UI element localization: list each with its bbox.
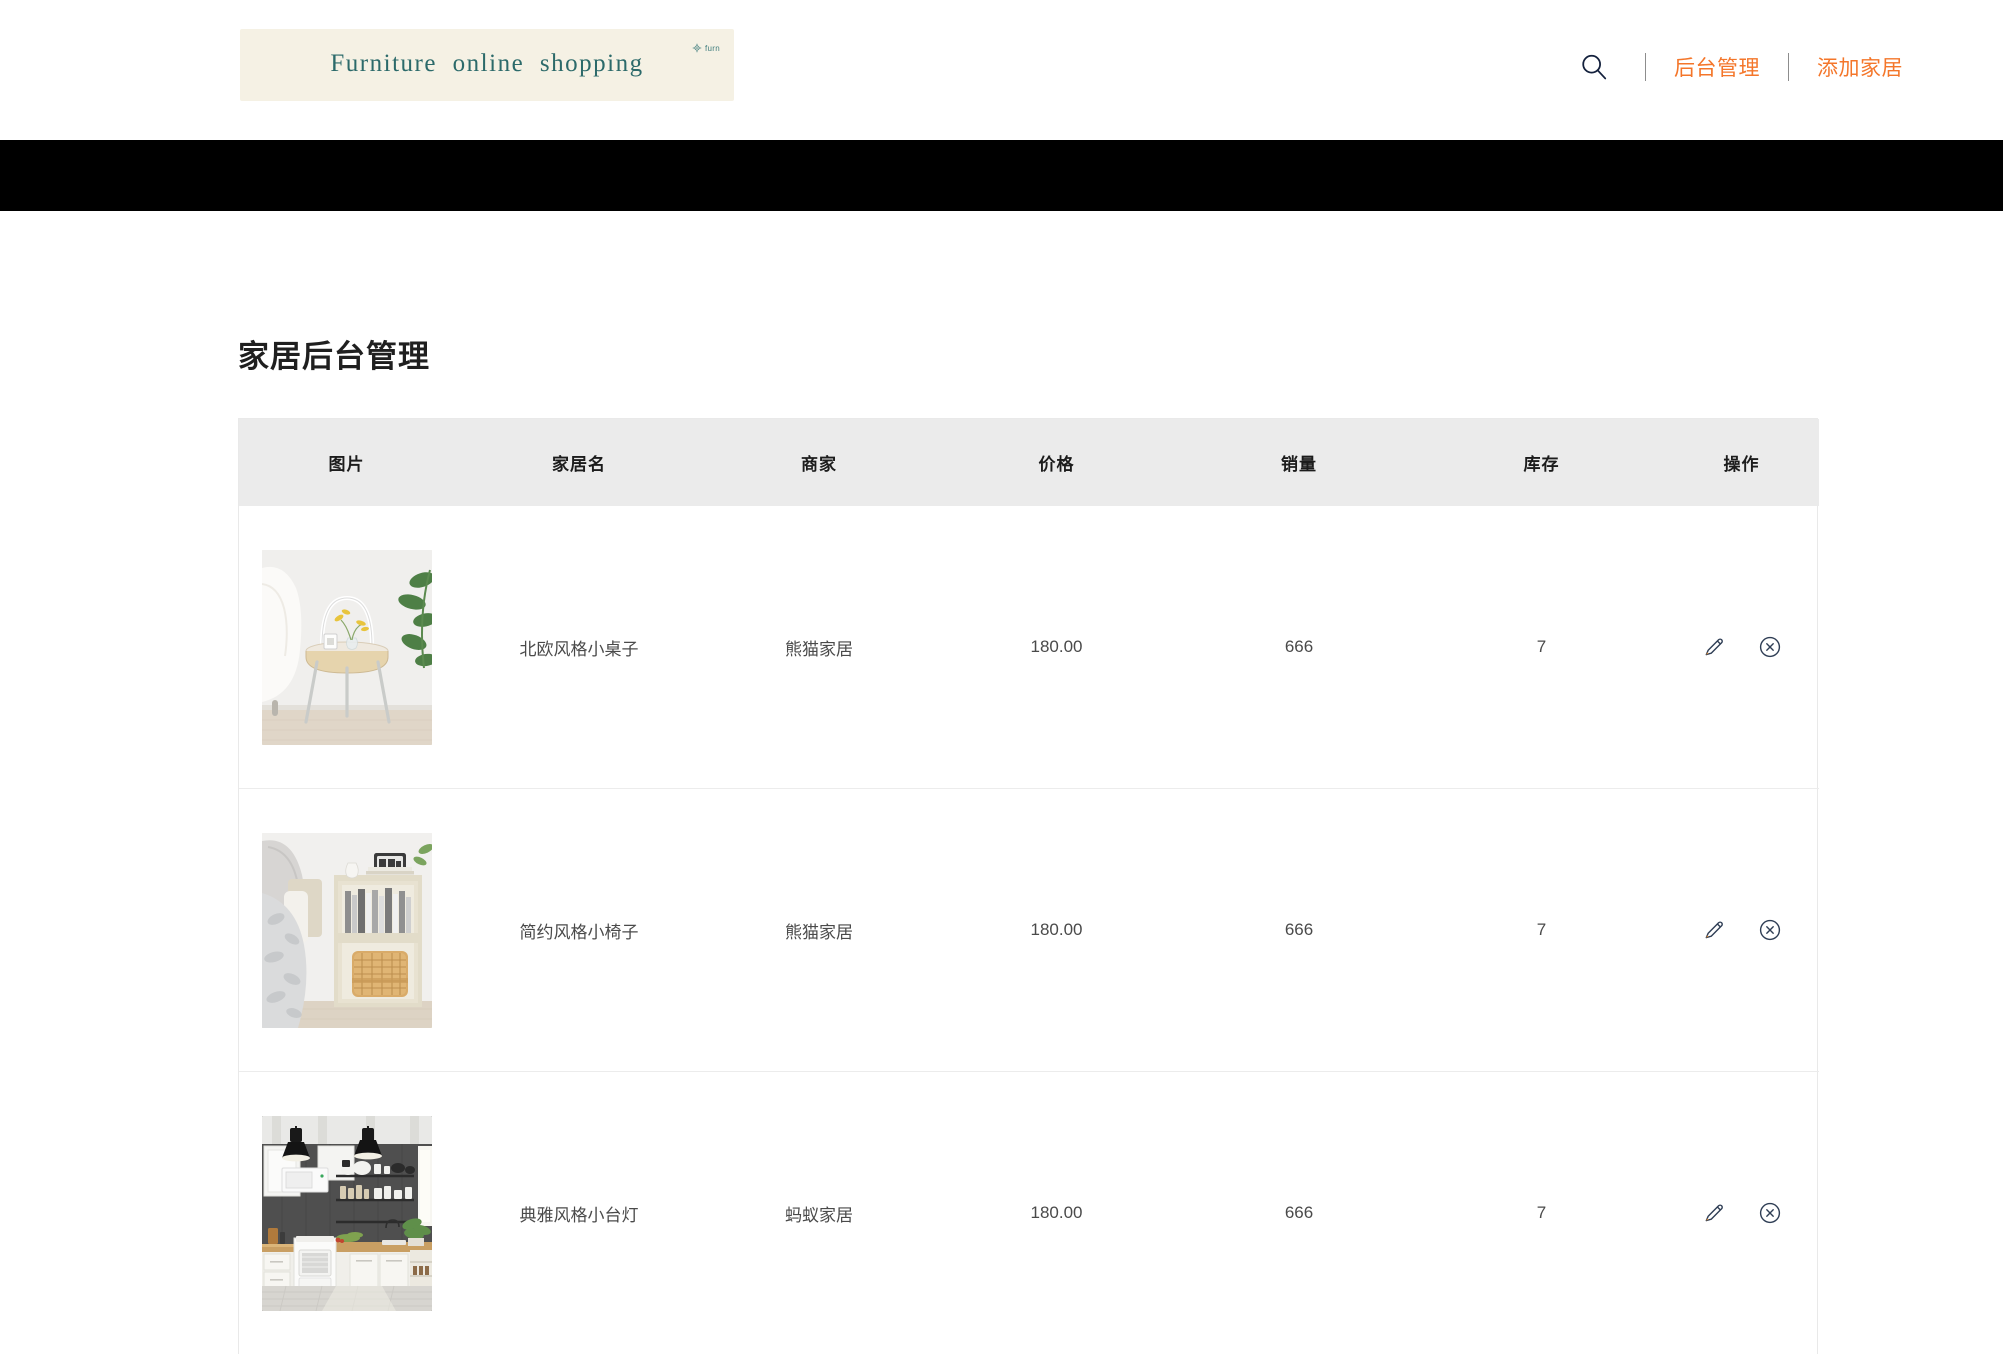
product-price: 180.00 [1031,920,1083,940]
banner-logo: furn [692,43,720,53]
nordic-side-table-photo [262,550,432,745]
product-price-cell: 180.00 [934,789,1179,1072]
product-price: 180.00 [1031,637,1083,657]
site-banner: Furniture online shopping furn [240,29,734,101]
table-row: 简约风格小椅子 熊猫家居 180.00 666 7 [239,789,1819,1072]
column-header-price: 价格 [934,419,1179,506]
nav-divider-1 [1645,53,1646,81]
column-header-shop: 商家 [704,419,934,506]
product-price-cell: 180.00 [934,1072,1179,1354]
banner-logo-text: furn [705,44,720,53]
column-header-image: 图片 [239,419,454,506]
row-actions [1665,632,1818,662]
product-price-cell: 180.00 [934,506,1179,789]
product-shop-cell: 熊猫家居 [704,506,934,789]
product-name-cell: 典雅风格小台灯 [454,1072,704,1354]
product-shop: 蚂蚁家居 [785,1201,853,1226]
nav-link-add-furniture[interactable]: 添加家居 [1817,52,1903,82]
product-sales-cell: 666 [1179,1072,1419,1354]
table-body: 北欧风格小桌子 熊猫家居 180.00 666 7 [239,506,1819,1354]
table-header-row: 图片 家居名 商家 价格 销量 库存 操作 [239,419,1819,506]
furniture-table-container: 图片 家居名 商家 价格 销量 库存 操作 [238,418,1818,1354]
pencil-edit-icon[interactable] [1699,632,1729,662]
product-sales: 666 [1285,920,1313,940]
circle-x-delete-icon[interactable] [1755,915,1785,945]
product-stock: 7 [1537,920,1546,940]
product-image-cell [239,789,454,1072]
site-header: Furniture online shopping furn [0,0,2003,140]
header-nav: 后台管理 添加家居 [1571,48,1903,86]
product-name: 典雅风格小台灯 [520,1201,639,1226]
product-shop-cell: 蚂蚁家居 [704,1072,934,1354]
product-actions-cell [1664,506,1819,789]
product-image-cell [239,1072,454,1354]
table-row: 北欧风格小桌子 熊猫家居 180.00 666 7 [239,506,1819,789]
elegant-kitchen-lamp-photo [262,1116,432,1311]
product-actions-cell [1664,789,1819,1072]
product-price: 180.00 [1031,1203,1083,1223]
product-shop: 熊猫家居 [785,635,853,660]
product-stock-cell: 7 [1419,1072,1664,1354]
column-header-sales: 销量 [1179,419,1419,506]
product-sales: 666 [1285,637,1313,657]
product-stock: 7 [1537,637,1546,657]
table-header: 图片 家居名 商家 价格 销量 库存 操作 [239,419,1819,506]
furn-logo-icon [692,43,702,53]
product-shop-cell: 熊猫家居 [704,789,934,1072]
row-actions [1665,1198,1818,1228]
column-header-name: 家居名 [454,419,704,506]
product-name-cell: 北欧风格小桌子 [454,506,704,789]
product-shop: 熊猫家居 [785,918,853,943]
minimal-nightstand-photo [262,833,432,1028]
nav-link-admin[interactable]: 后台管理 [1674,52,1760,82]
column-header-actions: 操作 [1664,419,1819,506]
circle-x-delete-icon[interactable] [1755,632,1785,662]
row-actions [1665,915,1818,945]
product-image-cell [239,506,454,789]
table-row: 典雅风格小台灯 蚂蚁家居 180.00 666 7 [239,1072,1819,1354]
product-stock-cell: 7 [1419,789,1664,1072]
search-icon[interactable] [1571,48,1617,86]
product-name-cell: 简约风格小椅子 [454,789,704,1072]
nav-divider-2 [1788,53,1789,81]
pencil-edit-icon[interactable] [1699,1198,1729,1228]
product-sales-cell: 666 [1179,789,1419,1072]
column-header-stock: 库存 [1419,419,1664,506]
product-actions-cell [1664,1072,1819,1354]
product-name: 北欧风格小桌子 [520,635,639,660]
product-stock: 7 [1537,1203,1546,1223]
product-name: 简约风格小椅子 [520,918,639,943]
product-sales-cell: 666 [1179,506,1419,789]
pencil-edit-icon[interactable] [1699,915,1729,945]
furniture-table: 图片 家居名 商家 价格 销量 库存 操作 [239,419,1819,1354]
page-title: 家居后台管理 [0,211,2003,376]
product-stock-cell: 7 [1419,506,1664,789]
primary-nav-bar[interactable] [0,140,2003,211]
product-sales: 666 [1285,1203,1313,1223]
banner-title: Furniture online shopping [330,50,643,78]
main-content: 家居后台管理 图片 家居名 商家 价格 销量 库存 操作 [0,211,2003,1354]
circle-x-delete-icon[interactable] [1755,1198,1785,1228]
